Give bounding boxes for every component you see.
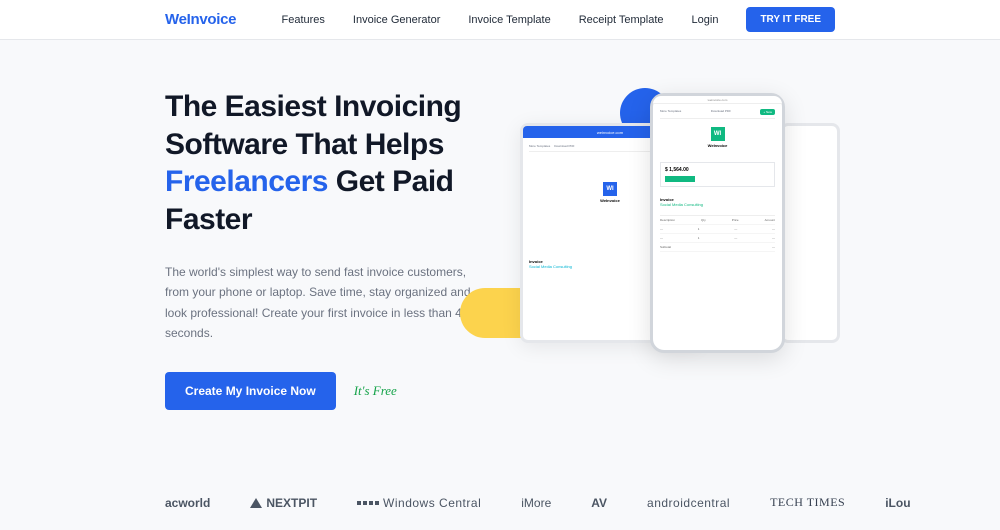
nav-login[interactable]: Login xyxy=(692,14,719,26)
nav-invoice-generator[interactable]: Invoice Generator xyxy=(353,14,440,26)
mockup-table: Description Qty Price Amount —1—— —1—— S… xyxy=(660,215,775,252)
logo[interactable]: WeInvoice xyxy=(165,11,236,28)
brand-nextpit-text: NEXTPIT xyxy=(266,496,317,510)
mockup-price-box: $ 1,564.00 xyxy=(660,162,775,187)
col-desc: Description xyxy=(660,218,675,222)
brand-logos-row: acworld NEXTPIT Windows Central iMore AV… xyxy=(165,495,1000,510)
create-invoice-button[interactable]: Create My Invoice Now xyxy=(165,372,336,410)
mockup-mobile-download: Download PDF xyxy=(711,109,731,115)
mockup-table-row: —1—— xyxy=(660,225,775,234)
mockup-download-pdf: Download PDF xyxy=(554,144,574,148)
mockup-table-header: Description Qty Price Amount xyxy=(660,216,775,225)
triangle-icon xyxy=(250,498,262,508)
hero-title-part1: The Easiest Invoicing Software That Help… xyxy=(165,90,461,161)
mockup-mobile-templates: More Templates xyxy=(660,109,681,115)
try-free-button[interactable]: TRY IT FREE xyxy=(746,7,835,32)
subtotal-label: Subtotal xyxy=(660,245,671,249)
cta-row: Create My Invoice Now It's Free xyxy=(165,372,480,410)
mockup-mobile-toolbar: More Templates Download PDF + New xyxy=(660,109,775,119)
mockup-templates-menu: More Templates xyxy=(529,144,550,148)
brand-windows-text: Windows Central xyxy=(383,496,481,510)
brand-androidcentral: androidcentral xyxy=(647,496,730,510)
brand-techtimes: TECH TIMES xyxy=(770,495,845,510)
nav-menu: Features Invoice Generator Invoice Templ… xyxy=(282,7,836,32)
windows-icon xyxy=(357,501,379,505)
col-qty: Qty xyxy=(701,218,706,222)
brand-ilou: iLou xyxy=(885,496,910,510)
brand-windows-central: Windows Central xyxy=(357,496,481,510)
nav-invoice-template[interactable]: Invoice Template xyxy=(468,14,550,26)
nav-receipt-template[interactable]: Receipt Template xyxy=(579,14,664,26)
hero-description: The world's simplest way to send fast in… xyxy=(165,262,475,344)
mockup-table-subtotal: Subtotal— xyxy=(660,243,775,252)
hero-content: The Easiest Invoicing Software That Help… xyxy=(165,88,480,410)
hero-illustration: weinvoice.com More Templates Download PD… xyxy=(520,88,835,348)
col-price: Price xyxy=(732,218,739,222)
mockup-table-row: —1—— xyxy=(660,234,775,243)
mockup-logo: WI xyxy=(603,182,617,196)
hero-section: The Easiest Invoicing Software That Help… xyxy=(0,40,1000,410)
nav-features[interactable]: Features xyxy=(282,14,325,26)
col-amount: Amount xyxy=(765,218,775,222)
mockup-mobile-price: $ 1,564.00 xyxy=(665,167,770,173)
its-free-note: It's Free xyxy=(354,383,397,399)
mockup-url: weinvoice.com xyxy=(597,130,623,135)
mockup-mobile-brand: WeInvoice xyxy=(660,143,775,148)
mockup-desktop-back xyxy=(780,123,840,343)
hero-title: The Easiest Invoicing Software That Help… xyxy=(165,88,480,238)
mockup-mobile-header: weinvoice.com xyxy=(653,96,782,104)
top-nav: WeInvoice Features Invoice Generator Inv… xyxy=(0,0,1000,40)
mockup-mobile-invoice-sub: Social Media Consulting xyxy=(660,202,775,207)
mockup-mobile: weinvoice.com More Templates Download PD… xyxy=(650,93,785,353)
brand-av: AV xyxy=(591,496,607,510)
mockup-mobile-logo: WI xyxy=(711,127,725,141)
brand-nextpit: NEXTPIT xyxy=(250,496,317,510)
brand-acworld: acworld xyxy=(165,496,210,510)
brand-imore: iMore xyxy=(521,496,551,510)
mockup-mobile-action xyxy=(665,176,695,182)
mockup-new-button: + New xyxy=(760,109,775,115)
hero-title-highlight: Freelancers xyxy=(165,165,328,198)
mockup-mobile-body: More Templates Download PDF + New WI WeI… xyxy=(653,104,782,257)
